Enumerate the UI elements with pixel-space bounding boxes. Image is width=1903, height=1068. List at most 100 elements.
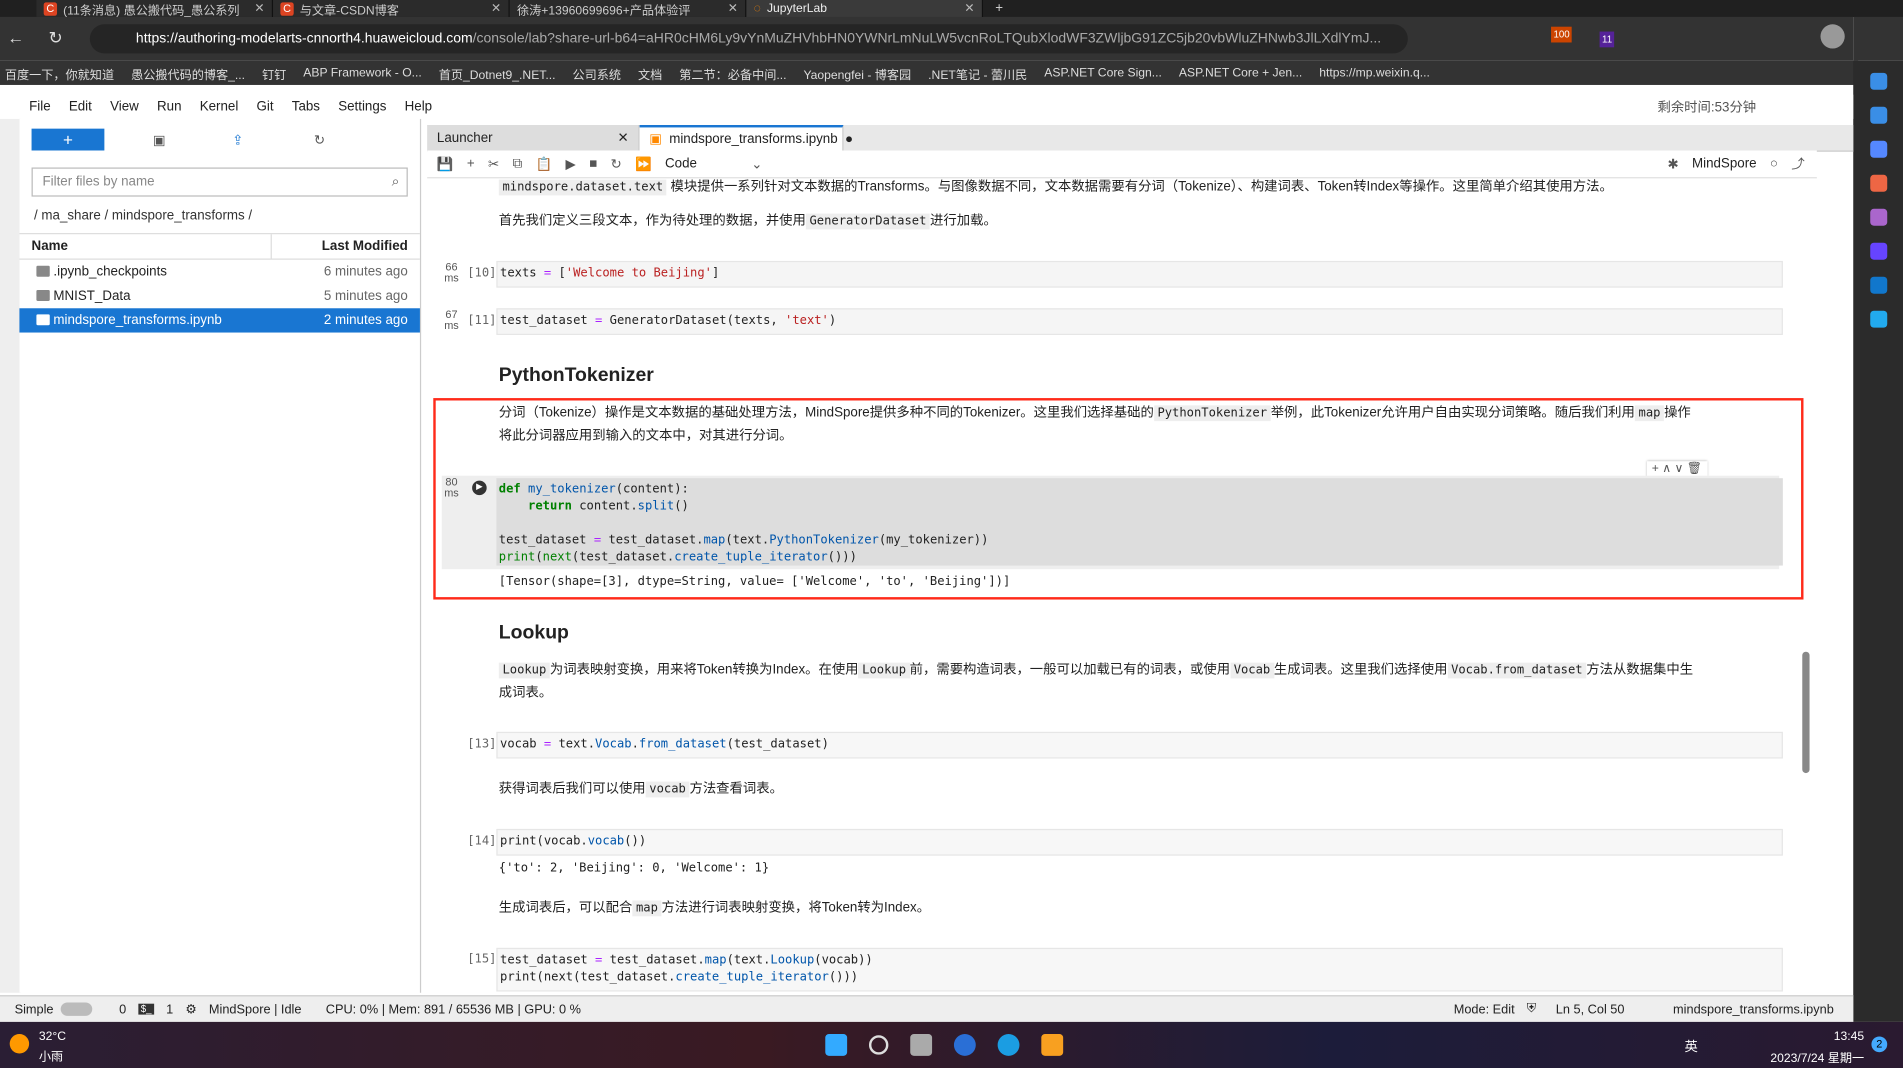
menu-view[interactable]: View — [110, 100, 139, 115]
code-cell[interactable]: test_dataset = test_dataset.map(text.Loo… — [496, 947, 1783, 992]
browser-tab[interactable]: C (11条消息) 愚公搬代码_愚公系列 ✕ — [36, 0, 274, 18]
stop-icon[interactable]: ■ — [589, 157, 597, 172]
ime-indicator[interactable]: 英 — [1685, 1036, 1698, 1055]
delete-icon[interactable]: 🗑 — [1687, 462, 1702, 475]
clock-time[interactable]: 13:45 — [1808, 1030, 1864, 1043]
bookmark[interactable]: 公司系统 — [572, 64, 621, 82]
notification-badge[interactable]: 2 — [1871, 1036, 1888, 1053]
scrollbar-thumb[interactable] — [1802, 651, 1810, 774]
cursor-position[interactable]: Ln 5, Col 50 — [1556, 1002, 1625, 1017]
close-icon[interactable]: ✕ — [617, 130, 628, 146]
filter-files-input[interactable]: Filter files by name ⌕ — [31, 167, 408, 197]
bookmark[interactable]: 愚公搬代码的博客_... — [131, 64, 245, 82]
share-icon[interactable]: ⤴ — [1791, 154, 1804, 173]
kernel-status[interactable]: MindSpore | Idle — [209, 1002, 302, 1017]
menu-run[interactable]: Run — [157, 100, 182, 115]
kernel-name[interactable]: MindSpore — [1692, 157, 1757, 172]
close-icon[interactable]: ✕ — [491, 2, 501, 15]
bookmark[interactable]: 钉钉 — [262, 64, 286, 82]
simple-mode-toggle[interactable] — [60, 1002, 93, 1016]
search-icon[interactable] — [868, 1035, 889, 1055]
breadcrumb[interactable]: / ma_share / mindspore_transforms / — [19, 204, 420, 228]
bookmark[interactable]: 首页_Dotnet9_.NET... — [439, 64, 556, 82]
move-up-icon[interactable]: ∧ — [1662, 462, 1671, 475]
browser-tab[interactable]: C 与文章-CSDN博客 ✕ — [273, 0, 510, 18]
markdown-cell[interactable]: 分词（Tokenize）操作是文本数据的基础处理方法，MindSpore提供多种… — [499, 402, 1691, 448]
add-cell-icon[interactable]: + — [467, 157, 475, 172]
bookmark[interactable]: ASP.NET Core Sign... — [1044, 66, 1162, 79]
bookmark[interactable]: .NET笔记 - 蕾川民 — [928, 64, 1027, 82]
browser-tab-active[interactable]: ◌ JupyterLab ✕ — [746, 0, 984, 17]
markdown-cell[interactable]: 首先我们定义三段文本，作为待处理的数据，并使用 GeneratorDataset 进… — [499, 210, 997, 233]
run-all-icon[interactable]: ⏩ — [635, 156, 652, 172]
code-cell[interactable]: print(vocab.vocab()) — [496, 828, 1783, 856]
file-row[interactable]: .ipynb_checkpoints 6 minutes ago — [19, 260, 420, 284]
new-folder-icon[interactable]: ▣ — [153, 132, 166, 148]
copilot-icon[interactable] — [1869, 72, 1887, 90]
tab-launcher[interactable]: Launcher ✕ — [427, 125, 640, 151]
clock-date[interactable]: 2023/7/24 星期一 — [1755, 1047, 1864, 1065]
new-launcher-button[interactable]: + — [31, 128, 105, 151]
menu-edit[interactable]: Edit — [69, 100, 92, 115]
copy-icon[interactable]: ⧉ — [513, 156, 523, 172]
refresh-icon[interactable]: ↻ — [314, 132, 325, 148]
markdown-cell[interactable]: Lookup 为词表映射变换，用来将Token转换为Index。在使用 Lookup… — [498, 659, 1693, 705]
profile-avatar[interactable] — [1820, 24, 1845, 49]
restart-icon[interactable]: ↻ — [611, 156, 622, 172]
menu-file[interactable]: File — [29, 100, 51, 115]
menu-kernel[interactable]: Kernel — [200, 100, 239, 115]
send-icon[interactable] — [1869, 310, 1887, 328]
tab-notebook[interactable]: ▣ mindspore_transforms.ipynb ● — [639, 125, 853, 151]
edge-icon[interactable] — [997, 1034, 1020, 1056]
bookmark[interactable]: https://mp.weixin.q... — [1319, 66, 1430, 79]
tools-icon[interactable] — [1869, 174, 1887, 192]
office-icon[interactable] — [1869, 242, 1887, 260]
code-cell[interactable]: test_dataset = GeneratorDataset(texts, '… — [496, 308, 1783, 335]
app-icon[interactable] — [1041, 1034, 1064, 1056]
code-cell[interactable]: texts = ['Welcome to Beijing'] — [496, 260, 1783, 288]
menu-help[interactable]: Help — [405, 100, 432, 115]
unsaved-dot-icon[interactable]: ● — [845, 132, 853, 147]
cut-icon[interactable]: ✂ — [488, 156, 499, 172]
file-row[interactable]: MNIST_Data 5 minutes ago — [19, 284, 420, 308]
bookmark[interactable]: 文档 — [638, 64, 662, 82]
app-icon[interactable] — [953, 1034, 976, 1056]
add-icon[interactable]: + — [1652, 462, 1659, 475]
weather-icon[interactable] — [9, 1034, 30, 1054]
back-icon[interactable]: ← — [7, 28, 24, 47]
column-last-modified[interactable]: Last Modified — [270, 234, 420, 259]
menu-git[interactable]: Git — [256, 100, 273, 115]
markdown-cell[interactable]: mindspore.dataset.text 模块提供一系列针对文本数据的Tra… — [498, 178, 1613, 199]
new-tab-button[interactable]: + — [983, 1, 1003, 16]
search-icon[interactable] — [1869, 106, 1887, 124]
refresh-icon[interactable]: ↻ — [49, 28, 63, 49]
run-icon[interactable]: ▶ — [565, 156, 575, 172]
markdown-cell[interactable]: 生成词表后，可以配合 map 方法进行词表映射变换，将Token转为Index。 — [499, 897, 930, 920]
code-cell[interactable]: vocab = text.Vocab.from_dataset(test_dat… — [496, 731, 1783, 759]
file-row-selected[interactable]: mindspore_transforms.ipynb 2 minutes ago — [19, 308, 420, 333]
games-icon[interactable] — [1869, 208, 1887, 226]
cell-type-select[interactable]: Code — [665, 157, 738, 172]
close-icon[interactable]: ✕ — [964, 2, 974, 15]
menu-tabs[interactable]: Tabs — [292, 100, 320, 115]
extension-badge[interactable]: 11 — [1599, 31, 1615, 48]
markdown-cell[interactable]: 获得词表后我们可以使用 vocab 方法查看词表。 — [499, 778, 783, 801]
browser-tab[interactable]: 徐涛+13960699696+产品体验评 ✕ — [509, 0, 747, 18]
upload-icon[interactable]: ⇪ — [232, 132, 243, 148]
bookmark[interactable]: ABP Framework - O... — [303, 66, 421, 79]
bookmark[interactable]: Yaopengfei - 博客园 — [803, 64, 911, 82]
save-icon[interactable]: 💾 — [437, 156, 454, 172]
bug-icon[interactable]: ✱ — [1667, 156, 1678, 172]
code-cell-active[interactable]: def my_tokenizer(content): return conten… — [496, 478, 1783, 566]
task-view-icon[interactable] — [910, 1034, 933, 1056]
bookmark[interactable]: 百度一下，你就知道 — [5, 64, 114, 82]
chevron-down-icon[interactable]: ⌄ — [751, 156, 762, 172]
close-icon[interactable]: ✕ — [728, 2, 738, 15]
shopping-icon[interactable] — [1869, 140, 1887, 158]
outlook-icon[interactable] — [1869, 276, 1887, 294]
kernel-count[interactable]: 1 — [166, 1002, 173, 1017]
start-icon[interactable] — [825, 1034, 848, 1056]
bookmark[interactable]: ASP.NET Core + Jen... — [1179, 66, 1302, 79]
menu-settings[interactable]: Settings — [338, 100, 386, 115]
run-cell-icon[interactable]: ▶ — [472, 480, 487, 496]
